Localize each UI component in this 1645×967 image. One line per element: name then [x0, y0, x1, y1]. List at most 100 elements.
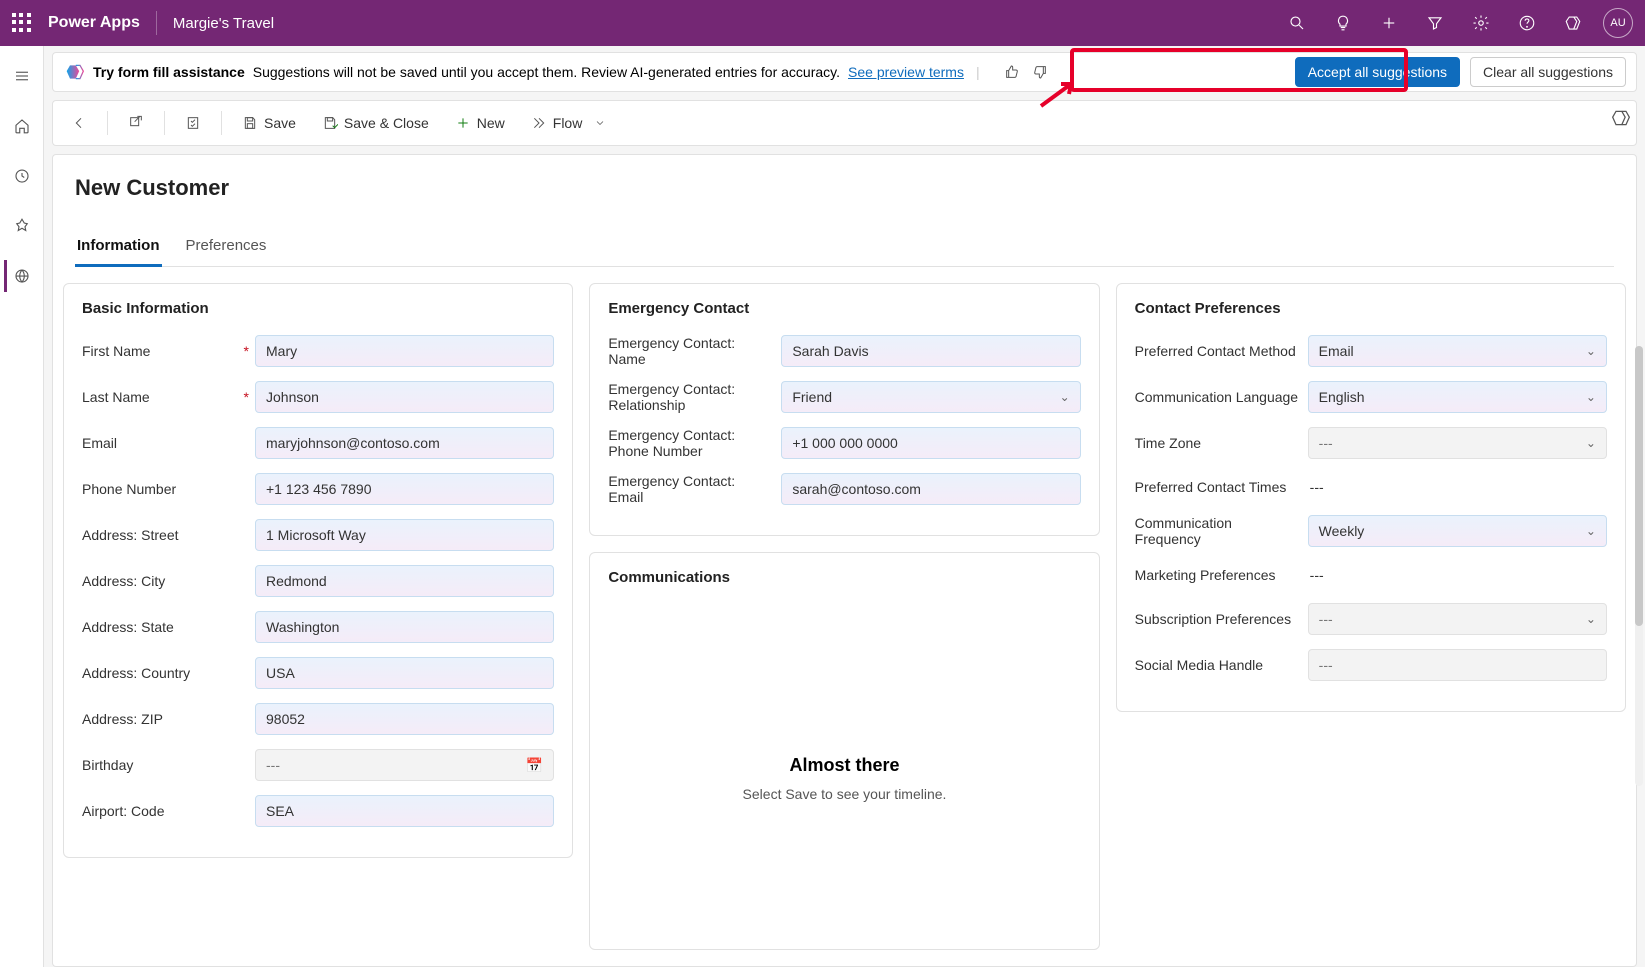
chevron-down-icon[interactable]: ⌄	[1586, 344, 1596, 358]
save-close-button[interactable]: Save & Close	[312, 105, 439, 141]
chevron-down-icon[interactable]: ⌄	[1586, 436, 1596, 450]
environment-name[interactable]: Margie's Travel	[173, 15, 274, 32]
flow-button[interactable]: Flow	[521, 105, 617, 141]
input-ec-email[interactable]: sarah@contoso.com	[781, 473, 1080, 505]
main-content: Try form fill assistance Suggestions wil…	[44, 46, 1645, 967]
input-country[interactable]: USA	[255, 657, 554, 689]
back-button[interactable]	[61, 105, 97, 141]
input-ec-phone[interactable]: +1 000 000 0000	[781, 427, 1080, 459]
chevron-down-icon[interactable]: ⌄	[1586, 524, 1596, 538]
form-fill-banner: Try form fill assistance Suggestions wil…	[52, 52, 1637, 92]
save-button[interactable]: Save	[232, 105, 306, 141]
label-phone: Phone Number	[82, 481, 247, 497]
clear-all-button[interactable]: Clear all suggestions	[1470, 57, 1626, 87]
label-timezone: Time Zone	[1135, 435, 1300, 451]
label-birthday: Birthday	[82, 757, 247, 773]
tab-preferences[interactable]: Preferences	[184, 229, 269, 266]
basic-info-section: Basic Information First NameMary Last Na…	[63, 283, 573, 858]
command-bar: Save Save & Close New Flow	[52, 100, 1637, 146]
section-title: Contact Preferences	[1135, 300, 1607, 317]
thumbs-down-icon[interactable]	[1028, 60, 1052, 84]
lightbulb-icon[interactable]	[1327, 7, 1359, 39]
pin-icon[interactable]	[6, 210, 38, 242]
scrollbar-thumb[interactable]	[1635, 346, 1643, 626]
label-social: Social Media Handle	[1135, 657, 1300, 673]
input-language[interactable]: English⌄	[1308, 381, 1607, 413]
entity-icon[interactable]	[4, 260, 36, 292]
input-last-name[interactable]: Johnson	[255, 381, 554, 413]
label-state: Address: State	[82, 619, 247, 635]
input-frequency[interactable]: Weekly⌄	[1308, 515, 1607, 547]
input-method[interactable]: Email⌄	[1308, 335, 1607, 367]
input-phone[interactable]: +1 123 456 7890	[255, 473, 554, 505]
checklist-button[interactable]	[175, 105, 211, 141]
communications-section: Communications Almost there Select Save …	[589, 552, 1099, 950]
input-zip[interactable]: 98052	[255, 703, 554, 735]
open-record-button[interactable]	[118, 105, 154, 141]
input-birthday[interactable]: ---📅	[255, 749, 554, 781]
chevron-down-icon	[594, 115, 606, 131]
tab-information[interactable]: Information	[75, 229, 162, 266]
new-button[interactable]: New	[445, 105, 515, 141]
recent-icon[interactable]	[6, 160, 38, 192]
label-city: Address: City	[82, 573, 247, 589]
label-ec-name: Emergency Contact: Name	[608, 335, 773, 367]
value-times[interactable]: ---	[1308, 473, 1326, 501]
label-ec-relationship: Emergency Contact: Relationship	[608, 381, 773, 413]
settings-icon[interactable]	[1465, 7, 1497, 39]
section-title: Communications	[608, 569, 1080, 586]
label-marketing: Marketing Preferences	[1135, 567, 1300, 583]
input-timezone[interactable]: ---⌄	[1308, 427, 1607, 459]
label-email: Email	[82, 435, 247, 451]
app-launcher-icon[interactable]	[12, 13, 32, 33]
search-icon[interactable]	[1281, 7, 1313, 39]
label-times: Preferred Contact Times	[1135, 479, 1300, 495]
help-icon[interactable]	[1511, 7, 1543, 39]
banner-title: Try form fill assistance	[93, 64, 245, 80]
calendar-icon[interactable]: 📅	[526, 757, 543, 774]
label-frequency: Communication Frequency	[1135, 515, 1300, 547]
home-icon[interactable]	[6, 110, 38, 142]
tab-list: Information Preferences	[75, 229, 1614, 267]
add-icon[interactable]	[1373, 7, 1405, 39]
filter-icon[interactable]	[1419, 7, 1451, 39]
banner-text: Suggestions will not be saved until you …	[253, 64, 840, 80]
label-airport: Airport: Code	[82, 803, 247, 819]
copilot-side-icon[interactable]	[1607, 104, 1635, 132]
communications-text: Select Save to see your timeline.	[743, 786, 947, 802]
label-street: Address: Street	[82, 527, 247, 543]
input-email[interactable]: maryjohnson@contoso.com	[255, 427, 554, 459]
menu-toggle-icon[interactable]	[6, 60, 38, 92]
header-divider	[156, 11, 157, 35]
contact-preferences-section: Contact Preferences Preferred Contact Me…	[1116, 283, 1626, 712]
thumbs-up-icon[interactable]	[1000, 60, 1024, 84]
label-last-name: Last Name	[82, 389, 247, 405]
input-state[interactable]: Washington	[255, 611, 554, 643]
input-ec-name[interactable]: Sarah Davis	[781, 335, 1080, 367]
form-body: Basic Information First NameMary Last Na…	[53, 267, 1636, 966]
page-title: New Customer	[75, 175, 1614, 201]
user-avatar[interactable]: AU	[1603, 8, 1633, 38]
global-header: Power Apps Margie's Travel AU	[0, 0, 1645, 46]
label-country: Address: Country	[82, 665, 247, 681]
value-marketing[interactable]: ---	[1308, 561, 1326, 589]
input-city[interactable]: Redmond	[255, 565, 554, 597]
label-language: Communication Language	[1135, 389, 1300, 405]
chevron-down-icon[interactable]: ⌄	[1586, 390, 1596, 404]
section-title: Emergency Contact	[608, 300, 1080, 317]
label-ec-phone: Emergency Contact: Phone Number	[608, 427, 773, 459]
input-subscription[interactable]: ---⌄	[1308, 603, 1607, 635]
chevron-down-icon[interactable]: ⌄	[1060, 390, 1070, 404]
left-nav-rail	[0, 46, 44, 967]
input-airport[interactable]: SEA	[255, 795, 554, 827]
input-street[interactable]: 1 Microsoft Way	[255, 519, 554, 551]
input-ec-relationship[interactable]: Friend⌄	[781, 381, 1080, 413]
copilot-header-icon[interactable]	[1557, 7, 1589, 39]
input-first-name[interactable]: Mary	[255, 335, 554, 367]
preview-terms-link[interactable]: See preview terms	[848, 64, 964, 80]
form-page: New Customer Information Preferences Bas…	[52, 154, 1637, 967]
label-method: Preferred Contact Method	[1135, 343, 1300, 359]
accept-all-button[interactable]: Accept all suggestions	[1295, 57, 1460, 87]
chevron-down-icon[interactable]: ⌄	[1586, 612, 1596, 626]
input-social[interactable]: ---	[1308, 649, 1607, 681]
